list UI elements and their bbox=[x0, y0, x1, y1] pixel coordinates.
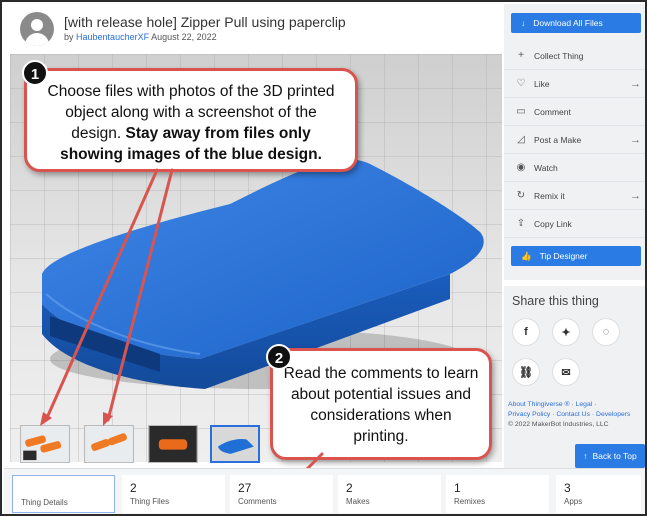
thing-header: [with release hole] Zipper Pull using pa… bbox=[4, 4, 504, 52]
tab-makes[interactable]: 2 Makes bbox=[338, 475, 441, 513]
action-list: + Collect Thing ♡ Like → ▭ Comment ◿ Pos… bbox=[504, 42, 645, 238]
arrow-right-icon: → bbox=[630, 190, 641, 202]
tab-count: 1 bbox=[454, 481, 461, 495]
arrow-right-icon: → bbox=[630, 134, 641, 146]
tab-remixes[interactable]: 1 Remixes bbox=[446, 475, 549, 513]
thumbnail-4[interactable] bbox=[210, 425, 260, 463]
tip-designer-button[interactable]: 👍 Tip Designer bbox=[511, 246, 641, 266]
remix-it-item[interactable]: ↻ Remix it → bbox=[504, 182, 645, 210]
tip-label: Tip Designer bbox=[539, 251, 588, 261]
author-link[interactable]: HaubentaucherXF bbox=[76, 32, 149, 42]
back-to-top-button[interactable]: ↑ Back to Top bbox=[575, 444, 645, 468]
collect-label: Collect Thing bbox=[534, 50, 584, 61]
tab-label: Comments bbox=[238, 497, 277, 506]
comment-icon: ▭ bbox=[516, 106, 526, 117]
tab-label: Apps bbox=[564, 497, 583, 506]
callout-choose-files: Choose files with photos of the 3D print… bbox=[24, 68, 358, 172]
tab-count: 27 bbox=[238, 481, 252, 495]
watch-item[interactable]: ◉ Watch bbox=[504, 154, 645, 182]
like-label: Like bbox=[534, 78, 550, 89]
arrow-right-icon: → bbox=[630, 78, 641, 90]
eye-icon: ◉ bbox=[516, 162, 526, 173]
make-icon: ◿ bbox=[517, 134, 525, 145]
contact-link[interactable]: Contact Us bbox=[556, 411, 590, 418]
thumbnail-1[interactable] bbox=[20, 425, 70, 463]
email-share-button[interactable]: ✉ bbox=[552, 358, 580, 386]
heart-icon: ♡ bbox=[516, 78, 526, 89]
publish-date: August 22, 2022 bbox=[151, 32, 217, 42]
byline: by HaubentaucherXF August 22, 2022 bbox=[64, 32, 217, 42]
copy-link-label: Copy Link bbox=[534, 218, 572, 229]
email-icon: ✉ bbox=[561, 366, 571, 379]
footer-links: About Thingiverse ® · Legal · Privacy Po… bbox=[508, 400, 645, 430]
tab-label: Remixes bbox=[454, 497, 486, 506]
callout-2-text: Read the comments to learn about potenti… bbox=[283, 365, 479, 445]
comment-label: Comment bbox=[534, 106, 571, 117]
facebook-icon: f bbox=[524, 326, 528, 338]
tab-apps[interactable]: 3 Apps bbox=[556, 475, 641, 513]
twitter-share-button[interactable]: ✦ bbox=[552, 318, 580, 346]
thumbs-up-icon: 👍 bbox=[521, 250, 532, 261]
page-title: [with release hole] Zipper Pull using pa… bbox=[64, 14, 346, 30]
thing-tabs: Thing Details 2 Thing Files 27 Comments … bbox=[4, 468, 645, 514]
arrow-up-icon: ↑ bbox=[583, 451, 588, 461]
like-item[interactable]: ♡ Like → bbox=[504, 70, 645, 98]
post-make-label: Post a Make bbox=[534, 134, 582, 145]
about-link[interactable]: About Thingiverse ® bbox=[508, 401, 570, 408]
tab-count: 3 bbox=[564, 481, 571, 495]
legal-link[interactable]: Legal bbox=[576, 401, 593, 408]
download-arrow-icon: ↓ bbox=[521, 18, 526, 28]
tab-count: 2 bbox=[130, 481, 137, 495]
twitter-icon: ✦ bbox=[561, 326, 571, 339]
download-all-files-button[interactable]: ↓ Download All Files bbox=[511, 13, 641, 33]
plus-icon: + bbox=[518, 50, 524, 61]
share-title: Share this thing bbox=[512, 294, 599, 308]
tab-count: 2 bbox=[346, 481, 353, 495]
whatsapp-icon: ◌ bbox=[602, 326, 610, 338]
comment-item[interactable]: ▭ Comment bbox=[504, 98, 645, 126]
copy-link-share-button[interactable]: ⛓ bbox=[512, 358, 540, 386]
copy-link-item[interactable]: ⇪ Copy Link bbox=[504, 210, 645, 238]
tab-thing-files[interactable]: 2 Thing Files bbox=[122, 475, 225, 513]
tab-comments[interactable]: 27 Comments bbox=[230, 475, 333, 513]
thumbnail-2[interactable] bbox=[84, 425, 134, 463]
page-frame: [with release hole] Zipper Pull using pa… bbox=[0, 0, 647, 516]
tab-thing-details[interactable]: Thing Details bbox=[12, 475, 115, 513]
post-a-make-item[interactable]: ◿ Post a Make → bbox=[504, 126, 645, 154]
share-panel: Share this thing f ✦ ◌ ⛓ ✉ bbox=[504, 280, 645, 390]
privacy-link[interactable]: Privacy Policy bbox=[508, 411, 550, 418]
facebook-share-button[interactable]: f bbox=[512, 318, 540, 346]
callout-1-badge: 1 bbox=[22, 60, 48, 86]
callout-2-badge: 2 bbox=[266, 344, 292, 370]
byline-prefix: by bbox=[64, 32, 74, 42]
thumbnail-3[interactable] bbox=[148, 425, 198, 463]
orange-print-photo-icon bbox=[85, 426, 133, 462]
tab-label: Thing Details bbox=[21, 498, 68, 507]
callout-read-comments: Read the comments to learn about potenti… bbox=[270, 348, 492, 460]
watch-label: Watch bbox=[534, 162, 558, 173]
remix-icon: ↻ bbox=[516, 190, 526, 201]
copyright-text: © 2022 MakerBot Industries, LLC bbox=[508, 421, 609, 428]
action-sidebar: ↓ Download All Files + Collect Thing ♡ L… bbox=[504, 4, 645, 514]
tab-label: Thing Files bbox=[130, 497, 170, 506]
back-to-top-label: Back to Top bbox=[592, 451, 637, 461]
whatsapp-share-button[interactable]: ◌ bbox=[592, 318, 620, 346]
orange-print-dark-photo-icon bbox=[149, 426, 197, 462]
avatar[interactable] bbox=[20, 12, 54, 46]
collect-thing-item[interactable]: + Collect Thing bbox=[504, 42, 645, 70]
link-icon: ⛓ bbox=[519, 366, 533, 379]
share-icon: ⇪ bbox=[516, 218, 526, 229]
blue-design-render-icon bbox=[212, 427, 258, 461]
download-label: Download All Files bbox=[533, 18, 603, 28]
remix-label: Remix it bbox=[534, 190, 565, 201]
developers-link[interactable]: Developers bbox=[596, 411, 630, 418]
tab-label: Makes bbox=[346, 497, 370, 506]
orange-print-photo-icon bbox=[21, 426, 69, 462]
